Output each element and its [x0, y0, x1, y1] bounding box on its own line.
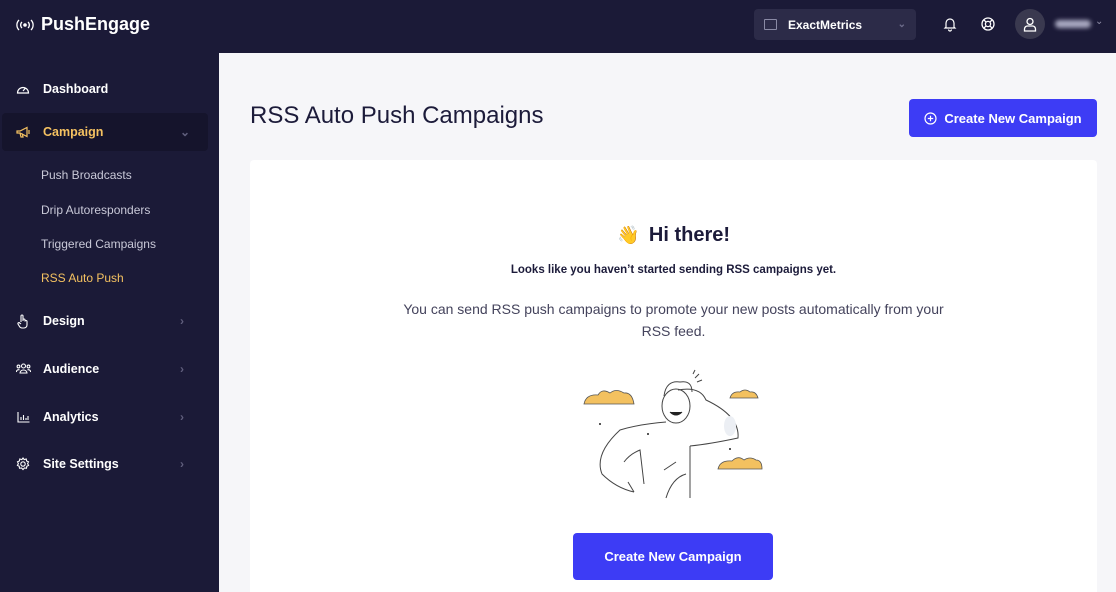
sidebar-item-label: Campaign	[43, 125, 104, 139]
pointer-hand-icon	[15, 313, 31, 329]
user-avatar[interactable]	[1015, 9, 1045, 39]
sidebar-item-label: Dashboard	[43, 82, 109, 96]
sidebar: Dashboard Campaign ⌄ Push Broadcasts Dri…	[0, 53, 219, 592]
sidebar-item-dashboard[interactable]: Dashboard	[0, 70, 219, 108]
chevron-right-icon: ›	[180, 457, 184, 471]
help-lifebuoy-icon[interactable]	[978, 14, 998, 34]
logo[interactable]: PushEngage	[14, 14, 150, 35]
broadcast-icon	[16, 19, 34, 30]
gear-icon	[15, 456, 31, 472]
sidebar-item-analytics[interactable]: Analytics ›	[0, 398, 219, 436]
chevron-right-icon: ›	[180, 410, 184, 424]
site-window-icon	[764, 19, 777, 30]
sidebar-item-label: Design	[43, 314, 85, 328]
man-looking-illustration	[583, 369, 763, 499]
site-selector-value: ExactMetrics	[788, 17, 863, 32]
sidebar-item-label: Site Settings	[43, 457, 119, 471]
empty-state-card: 👋 Hi there! Looks like you haven’t start…	[250, 160, 1097, 592]
dashboard-gauge-icon	[15, 81, 31, 97]
audience-group-icon	[15, 361, 31, 377]
sidebar-subitem-triggered-campaigns[interactable]: Triggered Campaigns	[41, 237, 156, 251]
empty-state-subheading: Looks like you haven’t started sending R…	[510, 264, 837, 276]
create-new-campaign-cta-button[interactable]: Create New Campaign	[573, 533, 773, 580]
sidebar-item-label: Analytics	[43, 410, 99, 424]
sidebar-subitem-push-broadcasts[interactable]: Push Broadcasts	[41, 168, 132, 182]
heading-text: Hi there!	[648, 224, 731, 246]
bar-chart-icon	[15, 409, 31, 425]
sidebar-item-design[interactable]: Design ›	[0, 302, 219, 340]
username-redacted[interactable]	[1055, 20, 1091, 28]
chevron-right-icon: ›	[180, 314, 184, 328]
plus-circle-icon	[924, 111, 937, 125]
sidebar-subitem-drip-autoresponders[interactable]: Drip Autoresponders	[41, 203, 150, 217]
empty-state-description: You can send RSS push campaigns to promo…	[403, 301, 944, 339]
empty-state-heading: 👋 Hi there!	[250, 224, 1097, 247]
create-new-campaign-button[interactable]: Create New Campaign	[909, 99, 1097, 137]
chevron-down-icon: ⌄	[180, 125, 191, 139]
sidebar-item-campaign[interactable]: Campaign ⌄	[2, 113, 208, 151]
site-selector[interactable]: ExactMetrics ⌄	[754, 9, 916, 40]
megaphone-icon	[15, 124, 31, 140]
page-title: RSS Auto Push Campaigns	[250, 102, 544, 129]
sidebar-subitem-rss-auto-push[interactable]: RSS Auto Push	[41, 271, 124, 285]
sidebar-item-audience[interactable]: Audience ›	[0, 350, 219, 388]
top-bar: PushEngage ExactMetrics ⌄ ⌄	[0, 0, 1116, 53]
sidebar-item-label: Audience	[43, 362, 100, 376]
chevron-down-icon: ⌄	[897, 19, 906, 30]
waving-hand-icon: 👋	[616, 225, 640, 245]
user-menu-chevron-icon[interactable]: ⌄	[1095, 16, 1103, 27]
user-icon	[1023, 17, 1037, 32]
sidebar-item-site-settings[interactable]: Site Settings ›	[0, 445, 219, 483]
bell-icon[interactable]	[940, 14, 960, 34]
create-new-campaign-label: Create New Campaign	[944, 110, 1082, 126]
app-name: PushEngage	[41, 14, 151, 34]
chevron-right-icon: ›	[180, 362, 184, 376]
